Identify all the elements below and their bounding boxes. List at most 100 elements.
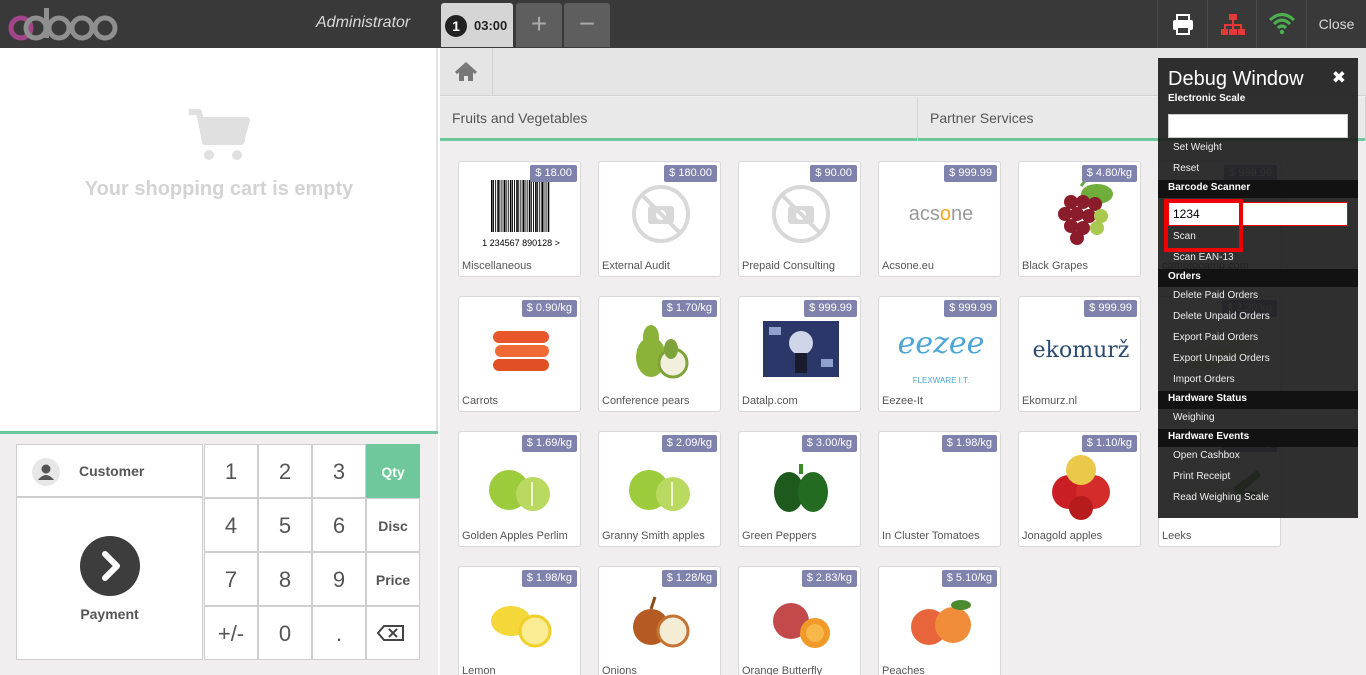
section-electronic-scale: Electronic Scale: [1168, 93, 1246, 104]
product-name: In Cluster Tomatoes: [882, 530, 980, 542]
product-name: Black Grapes: [1022, 260, 1089, 272]
section-hardware-events: Hardware Events: [1158, 429, 1358, 447]
remove-order-button[interactable]: −: [564, 3, 610, 47]
printer-status-button[interactable]: [1157, 0, 1207, 48]
numpad-1[interactable]: 1: [204, 444, 258, 498]
action-pad: Customer Payment 1 2 3 Qty 4 5 6 Disc 7 …: [0, 431, 438, 675]
product-tile[interactable]: ekomurž $ 999.99 Ekomurz.nl: [1018, 296, 1141, 412]
product-tile[interactable]: $ 1.98/kg In Cluster Tomatoes: [878, 431, 1001, 547]
home-button[interactable]: [440, 48, 493, 96]
svg-text:acsone: acsone: [909, 203, 974, 225]
numpad-2[interactable]: 2: [258, 444, 312, 498]
product-price-tag: $ 999.99: [804, 300, 857, 317]
proxy-status-button[interactable]: [1207, 0, 1257, 48]
product-price-tag: $ 3.00/kg: [801, 435, 857, 452]
numpad-4[interactable]: 4: [204, 498, 258, 552]
numpad-7[interactable]: 7: [204, 552, 258, 606]
order-number-badge: 1: [445, 15, 467, 37]
product-tile[interactable]: $ 4.80/kg Black Grapes: [1018, 161, 1141, 277]
add-order-button[interactable]: +: [516, 3, 562, 47]
backspace-button[interactable]: [366, 606, 420, 660]
numpad-8[interactable]: 8: [258, 552, 312, 606]
export-unpaid-orders-button[interactable]: Export Unpaid Orders: [1173, 353, 1270, 364]
mode-disc-button[interactable]: Disc: [366, 498, 420, 552]
backspace-icon: [376, 625, 404, 641]
product-tile[interactable]: eezee FLEXWARE I.T. $ 999.99 Eezee-It: [878, 296, 1001, 412]
open-cashbox-button[interactable]: Open Cashbox: [1173, 450, 1240, 461]
product-name: Miscellaneous: [462, 260, 532, 272]
product-tile[interactable]: $ 180.00 External Audit: [598, 161, 721, 277]
import-orders-button[interactable]: Import Orders: [1173, 374, 1235, 385]
product-image: [773, 603, 830, 648]
section-hardware-status: Hardware Status: [1158, 391, 1358, 409]
product-price-tag: $ 1.28/kg: [661, 570, 717, 587]
scan-ean13-button[interactable]: Scan EAN-13: [1173, 252, 1234, 263]
mode-qty-button[interactable]: Qty: [366, 444, 420, 498]
product-image: [772, 185, 830, 243]
product-tile[interactable]: $ 3.00/kg Green Peppers: [738, 431, 861, 547]
close-button[interactable]: Close: [1306, 0, 1366, 48]
svg-text:FLEXWARE I.T.: FLEXWARE I.T.: [913, 376, 970, 385]
product-tile[interactable]: 1 234567 890128 > $ 18.00 Miscellaneous: [458, 161, 581, 277]
numpad-3[interactable]: 3: [312, 444, 366, 498]
product-tile[interactable]: $ 1.28/kg Onions: [598, 566, 721, 675]
product-name: Ekomurz.nl: [1022, 395, 1078, 407]
close-icon[interactable]: ✖: [1332, 68, 1346, 88]
export-paid-orders-button[interactable]: Export Paid Orders: [1173, 332, 1258, 343]
product-name: Leeks: [1162, 530, 1192, 542]
numpad-dot[interactable]: .: [312, 606, 366, 660]
product-tile[interactable]: $ 999.99 Datalp.com: [738, 296, 861, 412]
product-name: External Audit: [602, 260, 670, 272]
sync-status-button[interactable]: [1256, 0, 1306, 48]
category-fruits-and-vegetables[interactable]: Fruits and Vegetables: [440, 97, 918, 141]
weight-input[interactable]: [1168, 114, 1348, 138]
product-name: Green Peppers: [742, 530, 817, 542]
product-name: Lemon: [462, 665, 496, 675]
product-tile[interactable]: $ 1.70/kg Conference pears: [598, 296, 721, 412]
product-tile[interactable]: $ 90.00 Prepaid Consulting: [738, 161, 861, 277]
user-name: Administrator: [316, 14, 411, 31]
wifi-icon: [1268, 13, 1296, 35]
delete-paid-orders-button[interactable]: Delete Paid Orders: [1173, 290, 1258, 301]
product-price-tag: $ 1.69/kg: [521, 435, 577, 452]
customer-button[interactable]: Customer: [16, 444, 203, 497]
product-tile[interactable]: acsone $ 999.99 Acsone.eu: [878, 161, 1001, 277]
delete-unpaid-orders-button[interactable]: Delete Unpaid Orders: [1173, 311, 1270, 322]
user-icon: [32, 458, 60, 486]
numpad-plus-minus[interactable]: +/-: [204, 606, 258, 660]
product-image: [763, 321, 839, 377]
product-tile[interactable]: $ 5.10/kg Peaches: [878, 566, 1001, 675]
product-tile[interactable]: $ 2.83/kg Orange Butterfly: [738, 566, 861, 675]
product-image: [493, 331, 549, 371]
product-price-tag: $ 180.00: [664, 165, 717, 182]
product-tile[interactable]: $ 2.09/kg Granny Smith apples: [598, 431, 721, 547]
product-price-tag: $ 18.00: [530, 165, 577, 182]
product-image: [636, 325, 689, 379]
print-receipt-button[interactable]: Print Receipt: [1173, 471, 1230, 482]
product-name: Jonagold apples: [1022, 530, 1103, 542]
order-tab[interactable]: 1 03:00: [441, 3, 513, 47]
numpad-6[interactable]: 6: [312, 498, 366, 552]
product-price-tag: $ 1.10/kg: [1081, 435, 1137, 452]
product-name: Carrots: [462, 395, 499, 407]
payment-button[interactable]: Payment: [16, 497, 203, 660]
weighing-status: Weighing: [1173, 412, 1215, 423]
read-weighing-scale-button[interactable]: Read Weighing Scale: [1173, 492, 1269, 503]
product-image: 1 234567 890128 >: [482, 180, 560, 248]
numpad-9[interactable]: 9: [312, 552, 366, 606]
product-tile[interactable]: $ 1.98/kg Lemon: [458, 566, 581, 675]
chevron-right-icon: [80, 536, 140, 596]
product-tile[interactable]: $ 1.69/kg Golden Apples Perlim: [458, 431, 581, 547]
product-tile[interactable]: $ 1.10/kg Jonagold apples: [1018, 431, 1141, 547]
numpad-0[interactable]: 0: [258, 606, 312, 660]
set-weight-button[interactable]: Set Weight: [1173, 142, 1222, 153]
product-tile[interactable]: $ 0.90/kg Carrots: [458, 296, 581, 412]
product-image: [633, 596, 690, 648]
product-image: [629, 470, 690, 511]
mode-price-button[interactable]: Price: [366, 552, 420, 606]
numpad-5[interactable]: 5: [258, 498, 312, 552]
svg-text:ekomurž: ekomurž: [1033, 338, 1130, 363]
product-image: eezee FLEXWARE I.T.: [898, 326, 985, 385]
reset-button[interactable]: Reset: [1173, 163, 1199, 174]
product-price-tag: $ 1.98/kg: [521, 570, 577, 587]
